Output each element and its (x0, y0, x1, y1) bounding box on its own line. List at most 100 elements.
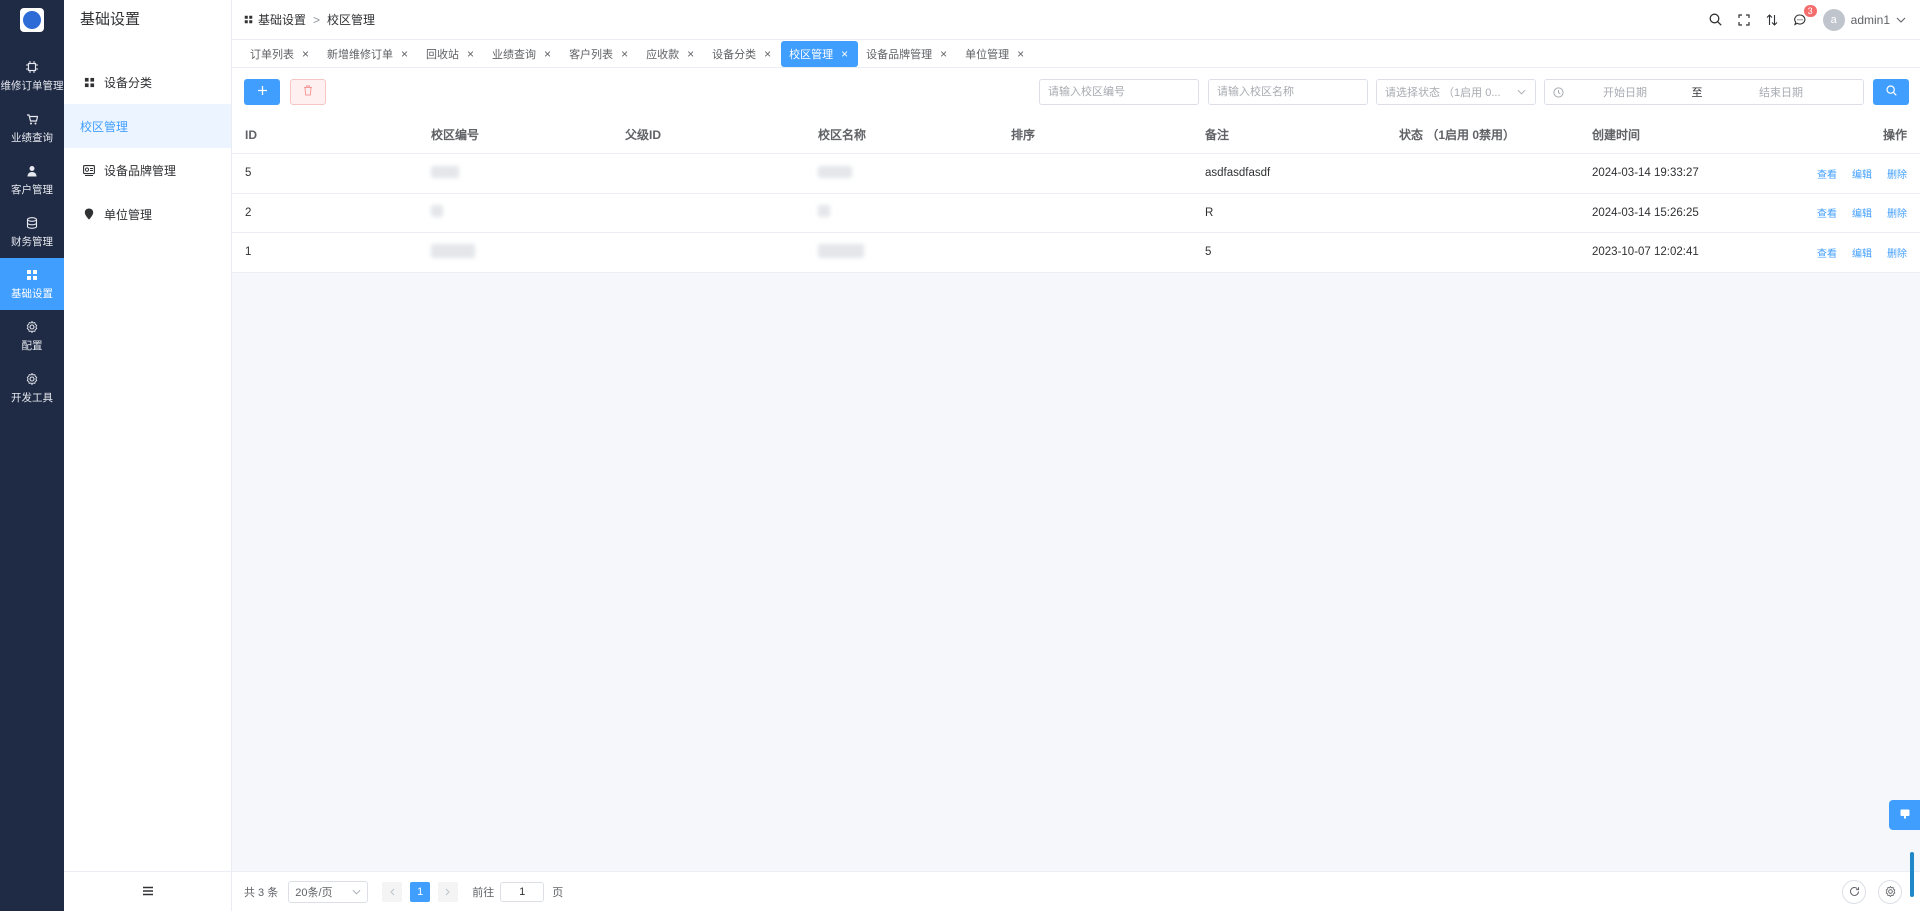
person-icon (25, 164, 39, 178)
edit-button[interactable]: 编辑 (1852, 166, 1872, 181)
status-select[interactable]: 请选择状态 （1启用 0... (1376, 79, 1536, 105)
floating-help-button[interactable] (1889, 800, 1920, 830)
tab-order-list[interactable]: 订单列表 × (242, 41, 319, 67)
rail-item-basic-settings[interactable]: 基础设置 (0, 258, 64, 310)
close-icon[interactable]: × (940, 47, 947, 61)
close-icon[interactable]: × (544, 47, 551, 61)
chevron-down-icon (1517, 87, 1527, 97)
campus-name-input[interactable] (1208, 79, 1368, 105)
prev-page-button[interactable] (382, 881, 403, 902)
breadcrumb: 基础设置 > 校区管理 (232, 11, 375, 28)
date-range-picker[interactable]: 开始日期 至 结束日期 (1544, 79, 1864, 105)
cell-created: 2024-03-14 15:26:25 (1592, 206, 1699, 219)
sidebar-item-label: 设备品牌管理 (104, 163, 177, 178)
goto-page-input[interactable] (500, 881, 545, 902)
fullscreen-icon[interactable] (1737, 13, 1751, 27)
close-icon[interactable]: × (764, 47, 771, 61)
sort-arrows-icon[interactable] (1765, 13, 1779, 27)
database-icon (25, 216, 39, 230)
rail-item-dev-tools[interactable]: 开发工具 (0, 362, 64, 414)
close-icon[interactable]: × (401, 47, 408, 61)
tab-label: 应收款 (646, 48, 680, 61)
rail-item-customers[interactable]: 客户管理 (0, 154, 64, 206)
sidebar-item-unit-management[interactable]: 单位管理 (64, 192, 231, 236)
page-number-current[interactable]: 1 (410, 881, 431, 902)
rail-item-finance[interactable]: 财务管理 (0, 206, 64, 258)
delete-link[interactable]: 删除 (1887, 245, 1907, 260)
cell-name (812, 165, 1005, 181)
sidebar-collapse-button[interactable] (64, 871, 232, 911)
trash-icon (303, 85, 313, 99)
app-logo[interactable] (0, 0, 64, 40)
rail-item-config[interactable]: 配置 (0, 310, 64, 362)
pagination-bar: 共 3 条 20条/页 1 前往 页 (232, 871, 1920, 911)
close-icon[interactable]: × (302, 47, 309, 61)
sidebar-item-device-category[interactable]: 设备分类 (64, 60, 231, 104)
tab-receivables[interactable]: 应收款 × (638, 41, 704, 67)
close-icon[interactable]: × (687, 47, 694, 61)
redacted-text (818, 165, 852, 178)
tab-customer-list[interactable]: 客户列表 × (561, 41, 638, 67)
avatar[interactable]: a (1822, 8, 1845, 31)
view-button[interactable]: 查看 (1817, 205, 1837, 220)
breadcrumb-separator: > (313, 12, 321, 27)
grid-icon (82, 75, 96, 89)
sidebar-item-campus-management[interactable]: 校区管理 (64, 104, 231, 148)
tab-campus-management[interactable]: 校区管理 × (781, 40, 859, 67)
close-icon[interactable]: × (841, 47, 848, 61)
page-size-select[interactable]: 20条/页 (288, 880, 369, 903)
search-icon[interactable] (1709, 13, 1723, 27)
cell-remark: 5 (1205, 246, 1212, 259)
tab-label: 校区管理 (789, 48, 834, 61)
column-header: 操作 (1882, 128, 1907, 142)
gear-icon (25, 320, 39, 334)
cell-name (812, 243, 1005, 261)
end-date-field[interactable]: 结束日期 (1721, 84, 1841, 100)
view-button[interactable]: 查看 (1817, 166, 1837, 181)
chip-icon (25, 60, 39, 74)
tab-unit-management[interactable]: 单位管理 × (957, 41, 1034, 67)
breadcrumb-item: 校区管理 (327, 13, 376, 27)
user-name[interactable]: admin1 (1851, 13, 1890, 27)
page-size-value: 20条/页 (295, 886, 333, 899)
delete-link[interactable]: 删除 (1887, 166, 1907, 181)
edit-button[interactable]: 编辑 (1852, 205, 1872, 220)
settings-button[interactable] (1878, 879, 1902, 904)
next-page-button[interactable] (438, 881, 459, 902)
edit-button[interactable]: 编辑 (1852, 245, 1872, 260)
tab-new-repair-order[interactable]: 新增维修订单 × (319, 41, 418, 67)
plus-icon (257, 85, 268, 99)
message-icon[interactable]: 3 (1793, 4, 1817, 27)
rail-item-label: 基础设置 (11, 287, 53, 300)
delete-link[interactable]: 删除 (1887, 205, 1907, 220)
breadcrumb-item[interactable]: 基础设置 (258, 11, 306, 28)
add-button[interactable] (244, 79, 280, 105)
search-button[interactable] (1873, 79, 1909, 105)
campus-code-input[interactable] (1039, 79, 1199, 105)
refresh-icon (1849, 886, 1859, 896)
rail-item-label: 维修订单管理 (0, 79, 64, 92)
refresh-button[interactable] (1842, 879, 1866, 904)
delete-button[interactable] (290, 79, 326, 105)
tab-performance[interactable]: 业绩查询 × (484, 41, 561, 67)
cell-remark: R (1205, 206, 1214, 219)
close-icon[interactable]: × (621, 47, 628, 61)
sidebar-item-label: 校区管理 (80, 119, 129, 134)
tab-recycle-bin[interactable]: 回收站 × (418, 41, 484, 67)
close-icon[interactable]: × (1017, 47, 1024, 61)
scroll-indicator[interactable] (1910, 852, 1914, 897)
redacted-text (818, 243, 864, 258)
chevron-down-icon[interactable] (1896, 15, 1906, 25)
rail-item-repair-orders[interactable]: 维修订单管理 (0, 50, 64, 102)
close-icon[interactable]: × (467, 47, 474, 61)
column-header: 排序 (1011, 128, 1036, 142)
cell-actions: 查看 编辑 删除 (1779, 205, 1920, 220)
tab-device-category[interactable]: 设备分类 × (704, 41, 781, 67)
start-date-field[interactable]: 开始日期 (1565, 84, 1685, 100)
view-button[interactable]: 查看 (1817, 245, 1837, 260)
gear-icon (1885, 886, 1895, 897)
rail-item-performance[interactable]: 业绩查询 (0, 102, 64, 154)
sidebar-item-brand-management[interactable]: 设备品牌管理 (64, 148, 231, 192)
tab-brand-management[interactable]: 设备品牌管理 × (858, 41, 957, 67)
menu-icon (142, 885, 154, 899)
